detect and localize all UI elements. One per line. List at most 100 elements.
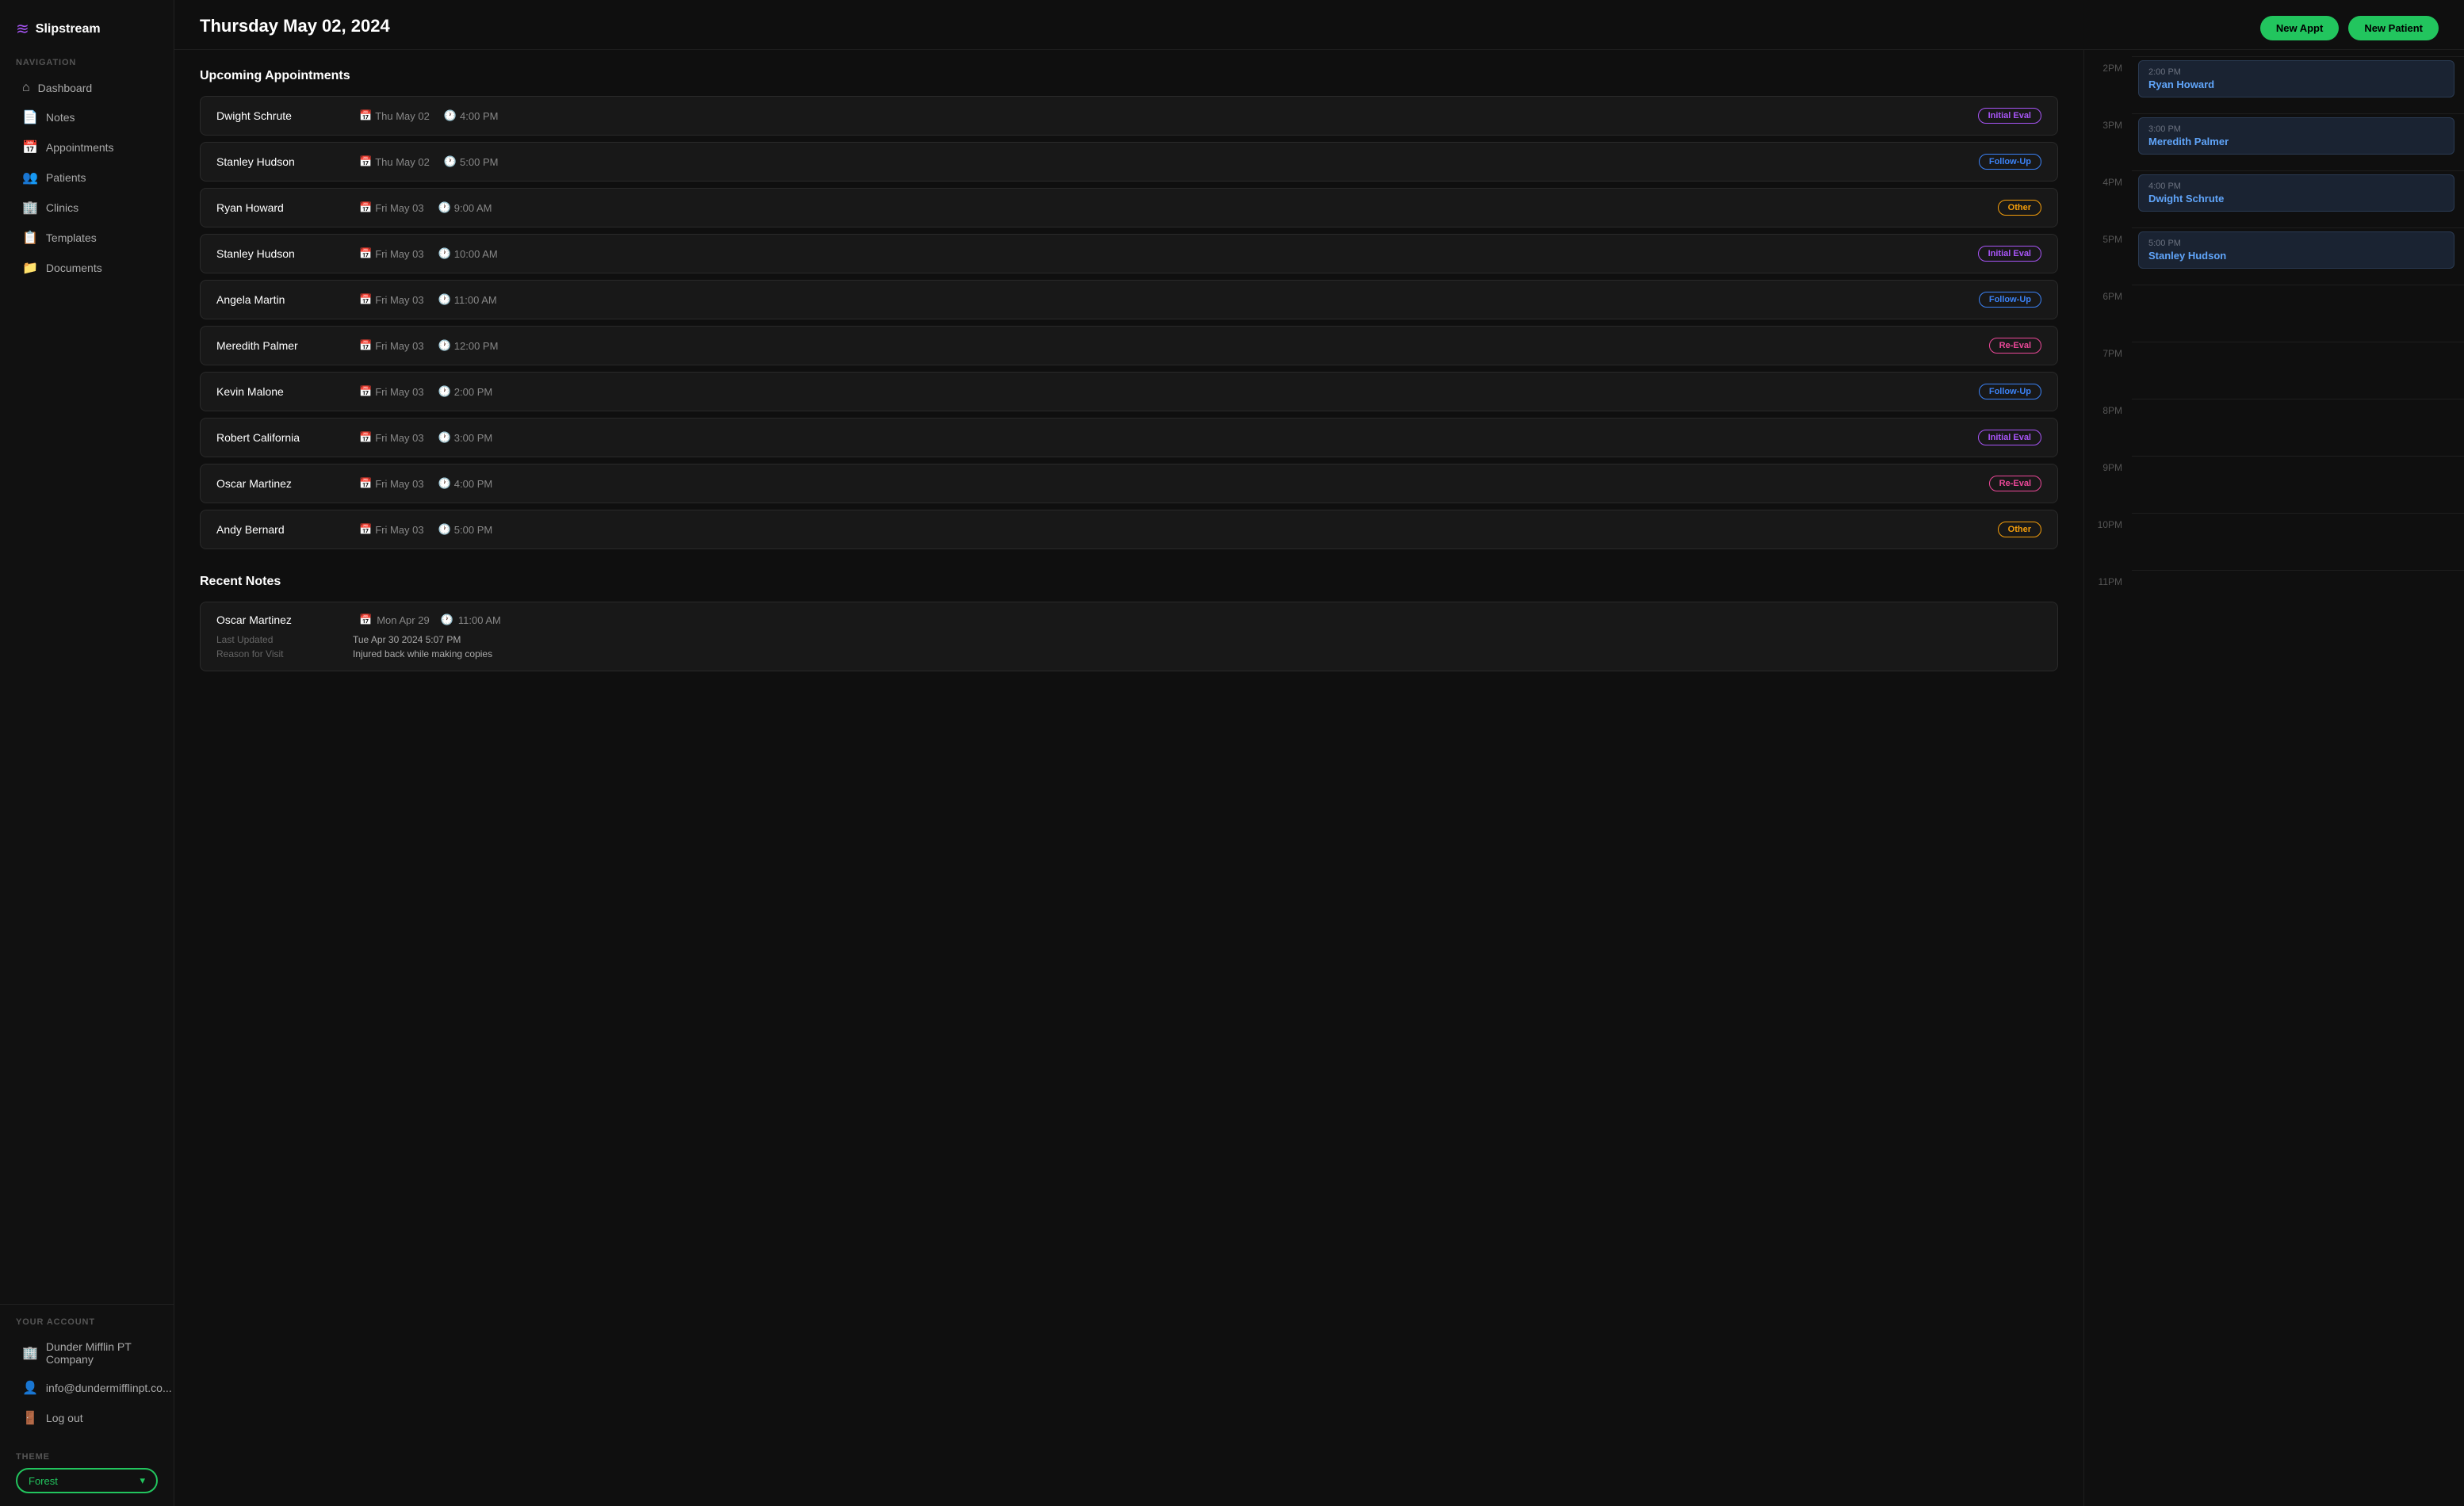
sidebar-item-company[interactable]: 🏢 Dunder Mifflin PT Company bbox=[6, 1333, 167, 1373]
content: Upcoming Appointments Dwight Schrute 📅 T… bbox=[174, 50, 2464, 1506]
clock-icon: 🕐 bbox=[438, 201, 451, 214]
sidebar-item-label: Dashboard bbox=[38, 82, 93, 94]
appt-badge: Follow-Up bbox=[1979, 384, 2041, 399]
cal-event-time: 5:00 PM bbox=[2148, 239, 2444, 248]
time-label: 2PM bbox=[2084, 56, 2132, 113]
appt-time: 🕐 2:00 PM bbox=[438, 385, 493, 398]
calendar-slot: 4PM 4:00 PM Dwight Schrute bbox=[2084, 170, 2464, 227]
appt-meta: 📅 Thu May 02 🕐 5:00 PM bbox=[359, 155, 1963, 168]
calendar-event[interactable]: 4:00 PM Dwight Schrute bbox=[2138, 174, 2454, 212]
appt-name: Angela Martin bbox=[216, 293, 343, 306]
calendar-slot: 7PM bbox=[2084, 342, 2464, 399]
appt-time: 🕐 10:00 AM bbox=[438, 247, 498, 260]
time-label: 8PM bbox=[2084, 399, 2132, 456]
appt-badge: Other bbox=[1998, 200, 2041, 216]
sidebar-item-appointments[interactable]: 📅 Appointments bbox=[6, 132, 167, 162]
slot-content bbox=[2132, 513, 2464, 570]
company-icon: 🏢 bbox=[22, 1345, 38, 1361]
recent-notes-title: Recent Notes bbox=[200, 575, 2058, 589]
appointment-card[interactable]: Robert California 📅 Fri May 03 🕐 3:00 PM… bbox=[200, 418, 2058, 457]
calendar-icon: 📅 bbox=[359, 339, 372, 352]
appointment-list: Dwight Schrute 📅 Thu May 02 🕐 4:00 PM In… bbox=[200, 96, 2058, 549]
appt-name: Dwight Schrute bbox=[216, 109, 343, 122]
sidebar-item-clinics[interactable]: 🏢 Clinics bbox=[6, 193, 167, 223]
clock-icon: 🕐 bbox=[438, 477, 451, 490]
appointment-card[interactable]: Meredith Palmer 📅 Fri May 03 🕐 12:00 PM … bbox=[200, 326, 2058, 365]
reason-value: Injured back while making copies bbox=[353, 648, 2041, 659]
sidebar-item-label: Templates bbox=[46, 231, 97, 244]
note-card[interactable]: Oscar Martinez 📅 Mon Apr 29 🕐 11:00 AM L… bbox=[200, 602, 2058, 671]
clock-icon: 🕐 bbox=[444, 155, 457, 168]
sidebar-item-dashboard[interactable]: ⌂ Dashboard bbox=[6, 74, 167, 102]
appointment-card[interactable]: Angela Martin 📅 Fri May 03 🕐 11:00 AM Fo… bbox=[200, 280, 2058, 319]
slot-content: 4:00 PM Dwight Schrute bbox=[2132, 170, 2464, 227]
slot-content bbox=[2132, 342, 2464, 399]
appt-date: 📅 Fri May 03 bbox=[359, 339, 424, 352]
time-label: 3PM bbox=[2084, 113, 2132, 170]
sidebar-item-templates[interactable]: 📋 Templates bbox=[6, 223, 167, 253]
cal-event-time: 4:00 PM bbox=[2148, 182, 2444, 191]
sidebar-item-patients[interactable]: 👥 Patients bbox=[6, 162, 167, 193]
calendar-icon: 📅 bbox=[359, 431, 372, 444]
appt-name: Andy Bernard bbox=[216, 523, 343, 536]
topbar-actions: New Appt New Patient bbox=[2260, 16, 2439, 40]
appointment-card[interactable]: Stanley Hudson 📅 Fri May 03 🕐 10:00 AM I… bbox=[200, 234, 2058, 273]
time-label: 6PM bbox=[2084, 285, 2132, 342]
calendar-event[interactable]: 3:00 PM Meredith Palmer bbox=[2138, 117, 2454, 155]
cal-event-name: Dwight Schrute bbox=[2148, 193, 2444, 204]
slot-content: 3:00 PM Meredith Palmer bbox=[2132, 113, 2464, 170]
email-label: info@dundermifflinpt.co... bbox=[46, 1382, 172, 1394]
appointment-card[interactable]: Dwight Schrute 📅 Thu May 02 🕐 4:00 PM In… bbox=[200, 96, 2058, 136]
logout-label: Log out bbox=[46, 1412, 83, 1424]
sidebar-item-email[interactable]: 👤 info@dundermifflinpt.co... bbox=[6, 1373, 167, 1403]
calendar-event[interactable]: 5:00 PM Stanley Hudson bbox=[2138, 231, 2454, 269]
calendar-slot: 8PM bbox=[2084, 399, 2464, 456]
calendar-slot: 10PM bbox=[2084, 513, 2464, 570]
sidebar-item-label: Documents bbox=[46, 262, 102, 274]
logout-icon: 🚪 bbox=[22, 1410, 38, 1426]
calendar-panel: 2PM 2:00 PM Ryan Howard 3PM 3:00 PM Mere… bbox=[2083, 50, 2464, 1506]
clock-icon: 🕐 bbox=[444, 109, 457, 122]
theme-selector[interactable]: Forest ▾ bbox=[16, 1468, 158, 1493]
left-panel: Upcoming Appointments Dwight Schrute 📅 T… bbox=[174, 50, 2083, 1506]
appt-date: 📅 Thu May 02 bbox=[359, 155, 430, 168]
calendar-event[interactable]: 2:00 PM Ryan Howard bbox=[2138, 60, 2454, 97]
sidebar-item-documents[interactable]: 📁 Documents bbox=[6, 253, 167, 283]
sidebar-item-logout[interactable]: 🚪 Log out bbox=[6, 1403, 167, 1433]
sidebar-item-label: Clinics bbox=[46, 201, 78, 214]
time-label: 9PM bbox=[2084, 456, 2132, 513]
appt-time: 🕐 3:00 PM bbox=[438, 431, 493, 444]
appointment-card[interactable]: Oscar Martinez 📅 Fri May 03 🕐 4:00 PM Re… bbox=[200, 464, 2058, 503]
notes-list: Oscar Martinez 📅 Mon Apr 29 🕐 11:00 AM L… bbox=[200, 602, 2058, 671]
sidebar: ≋ Slipstream Navigation ⌂ Dashboard 📄 No… bbox=[0, 0, 174, 1506]
clock-icon: 🕐 bbox=[438, 339, 451, 352]
appointment-card[interactable]: Andy Bernard 📅 Fri May 03 🕐 5:00 PM Othe… bbox=[200, 510, 2058, 549]
appt-date: 📅 Fri May 03 bbox=[359, 385, 424, 398]
calendar-slot: 3PM 3:00 PM Meredith Palmer bbox=[2084, 113, 2464, 170]
time-label: 10PM bbox=[2084, 513, 2132, 570]
appt-time: 🕐 5:00 PM bbox=[444, 155, 499, 168]
company-name: Dunder Mifflin PT Company bbox=[46, 1340, 151, 1366]
appt-meta: 📅 Thu May 02 🕐 4:00 PM bbox=[359, 109, 1962, 122]
upcoming-section-title: Upcoming Appointments bbox=[200, 69, 2058, 83]
sidebar-item-label: Notes bbox=[46, 111, 75, 124]
appointment-card[interactable]: Stanley Hudson 📅 Thu May 02 🕐 5:00 PM Fo… bbox=[200, 142, 2058, 182]
sidebar-item-label: Appointments bbox=[46, 141, 114, 154]
appt-time: 🕐 12:00 PM bbox=[438, 339, 499, 352]
user-icon: 👤 bbox=[22, 1380, 38, 1396]
cal-event-name: Meredith Palmer bbox=[2148, 136, 2444, 147]
appointment-card[interactable]: Kevin Malone 📅 Fri May 03 🕐 2:00 PM Foll… bbox=[200, 372, 2058, 411]
sidebar-item-notes[interactable]: 📄 Notes bbox=[6, 102, 167, 132]
new-appt-button[interactable]: New Appt bbox=[2260, 16, 2339, 40]
appt-meta: 📅 Fri May 03 🕐 4:00 PM bbox=[359, 477, 1973, 490]
appt-meta: 📅 Fri May 03 🕐 2:00 PM bbox=[359, 385, 1963, 398]
appt-name: Meredith Palmer bbox=[216, 339, 343, 352]
clinics-icon: 🏢 bbox=[22, 200, 38, 216]
new-patient-button[interactable]: New Patient bbox=[2348, 16, 2439, 40]
cal-event-name: Stanley Hudson bbox=[2148, 250, 2444, 262]
appt-date: 📅 Thu May 02 bbox=[359, 109, 430, 122]
appointment-card[interactable]: Ryan Howard 📅 Fri May 03 🕐 9:00 AM Other bbox=[200, 188, 2058, 227]
templates-icon: 📋 bbox=[22, 230, 38, 246]
appt-meta: 📅 Fri May 03 🕐 5:00 PM bbox=[359, 523, 1982, 536]
appt-meta: 📅 Fri May 03 🕐 3:00 PM bbox=[359, 431, 1962, 444]
